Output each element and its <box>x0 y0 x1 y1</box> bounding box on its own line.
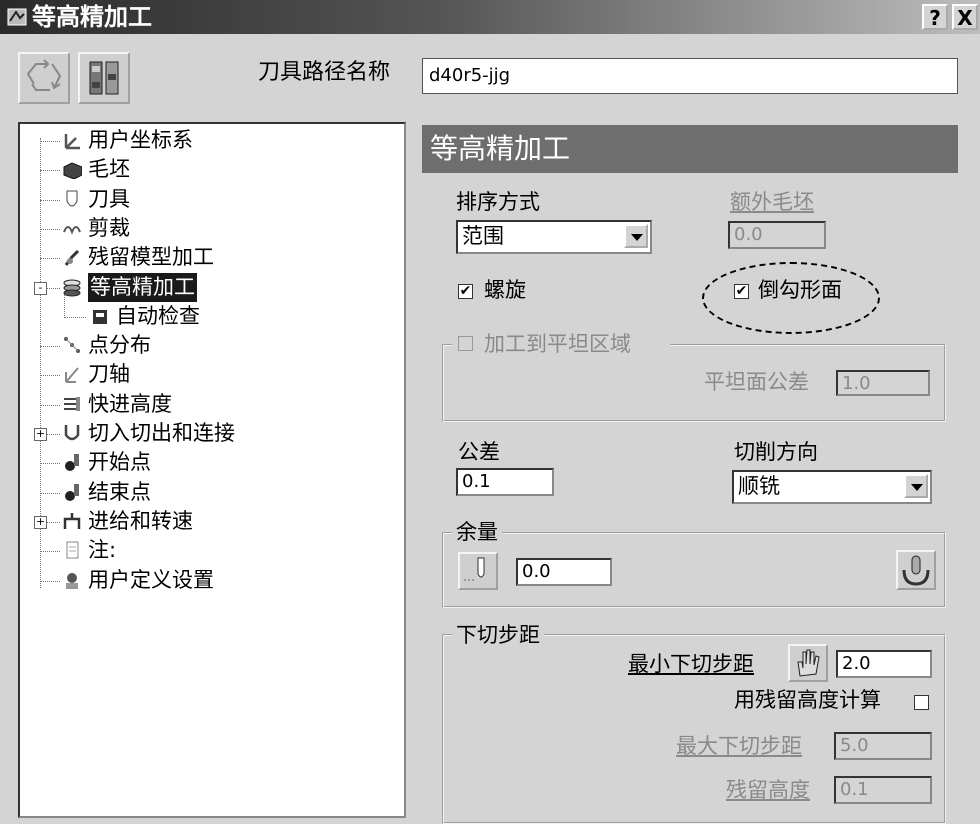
tree-item-label: 开始点 <box>88 450 151 475</box>
cut-direction-select[interactable]: 顺铣 <box>732 470 932 504</box>
tree-item-label: 毛坯 <box>88 157 130 182</box>
app-icon <box>7 8 27 26</box>
ordering-value: 范围 <box>462 224 504 248</box>
constant-z-icon <box>63 279 81 296</box>
ordering-select[interactable]: 范围 <box>456 220 652 254</box>
flat-area-checkbox <box>458 336 473 351</box>
cut-direction-label: 切削方向 <box>734 440 818 464</box>
tree-item-label: 残留模型加工 <box>88 245 214 270</box>
extra-stock-label: 额外毛坯 <box>730 190 814 214</box>
min-stepdown-input[interactable]: 2.0 <box>836 650 932 678</box>
collapse-icon[interactable]: - <box>34 281 47 295</box>
spiral-label: 螺旋 <box>484 278 526 302</box>
window-title: 等高精加工 <box>32 3 152 31</box>
recycle-icon <box>26 59 62 91</box>
ordering-label: 排序方式 <box>456 190 540 214</box>
tree-item-label: 注: <box>88 538 117 563</box>
tolerance-label: 公差 <box>458 440 500 464</box>
tool-icon <box>66 190 78 207</box>
tree-item-label: 刀具 <box>88 186 130 211</box>
rest-model-icon <box>64 250 80 267</box>
chevron-down-icon[interactable] <box>904 474 928 498</box>
block-icon <box>63 162 82 180</box>
cusp-calc-checkbox[interactable] <box>914 695 929 710</box>
cusp-height-field: 0.1 <box>834 776 932 804</box>
rapid-height-icon <box>64 396 80 411</box>
flat-tolerance-label: 平坦面公差 <box>704 370 809 394</box>
tool-axis-icon <box>65 367 79 384</box>
layers-icon <box>89 61 119 95</box>
component-allowance-icon <box>902 555 930 586</box>
cusp-calc-label: 用残留高度计算 <box>734 688 881 712</box>
tree-item-label: 进给和转速 <box>88 508 193 533</box>
layers-button[interactable] <box>78 52 130 104</box>
tree-item-label: 刀轴 <box>88 362 130 387</box>
tree-item-label: 等高精加工 <box>88 272 197 302</box>
max-stepdown-label: 最大下切步距 <box>676 734 802 758</box>
stepdown-title: 下切步距 <box>452 621 544 649</box>
notes-icon <box>66 541 79 559</box>
min-stepdown-label: 最小下切步距 <box>628 652 754 676</box>
close-button[interactable]: X <box>952 4 978 30</box>
explorer-tree[interactable]: 用户坐标系毛坯刀具剪裁残留模型加工 - 等高精加工 自动检查点分布刀轴快进高度 + 切入切… <box>18 122 406 818</box>
toolpath-name-label: 刀具路径名称 <box>258 60 391 85</box>
flat-tolerance-field: 1.0 <box>836 370 930 396</box>
recycle-button[interactable] <box>18 52 70 104</box>
tree-item-label: 快进高度 <box>88 391 172 416</box>
tool-allowance-icon <box>464 557 485 581</box>
help-button[interactable]: ? <box>922 4 948 30</box>
feeds-speeds-icon <box>63 512 81 529</box>
extra-stock-field: 0.0 <box>728 221 826 249</box>
tree-item-label: 切入切出和连接 <box>88 421 235 445</box>
stepdown-hand-button[interactable] <box>788 644 828 682</box>
allowance-input[interactable]: 0.0 <box>516 558 612 586</box>
allowance-title: 余量 <box>452 518 502 546</box>
panel-header: 等高精加工 <box>422 125 958 173</box>
allowance-button[interactable] <box>458 552 498 590</box>
chevron-down-icon[interactable] <box>624 224 648 248</box>
tree-item-label: 结束点 <box>88 479 151 504</box>
cusp-height-label: 残留高度 <box>726 778 810 802</box>
expand-icon[interactable]: + <box>34 428 47 441</box>
tolerance-input[interactable]: 0.1 <box>456 468 554 496</box>
ucs-icon <box>64 134 80 150</box>
tree-item-label: 用户定义设置 <box>88 567 214 592</box>
flat-area-title: 加工到平坦区域 <box>452 330 670 358</box>
toolpath-name-input[interactable]: d40r5-jjg <box>422 58 958 94</box>
tree-item-label: 剪裁 <box>88 215 130 240</box>
tree-item-label: 自动检查 <box>116 303 200 328</box>
cut-direction-value: 顺铣 <box>738 474 780 498</box>
trim-icon <box>63 225 81 235</box>
expand-icon[interactable]: + <box>34 515 47 529</box>
end-point-icon <box>65 483 79 501</box>
max-stepdown-field: 5.0 <box>834 732 932 760</box>
auto-check-icon <box>93 309 107 324</box>
point-distribution-icon <box>64 337 80 354</box>
flat-area-label: 加工到平坦区域 <box>484 332 631 356</box>
user-settings-icon <box>66 572 78 589</box>
tree-item-label: 点分布 <box>88 333 151 358</box>
spiral-checkbox[interactable]: ✔ <box>458 284 473 299</box>
hand-icon <box>797 649 820 677</box>
leads-links-icon <box>64 425 80 441</box>
component-allowance-button[interactable] <box>896 550 936 590</box>
highlight-ellipse <box>702 262 880 334</box>
start-point-icon <box>65 454 79 472</box>
tree-item-label: 用户坐标系 <box>88 128 193 152</box>
